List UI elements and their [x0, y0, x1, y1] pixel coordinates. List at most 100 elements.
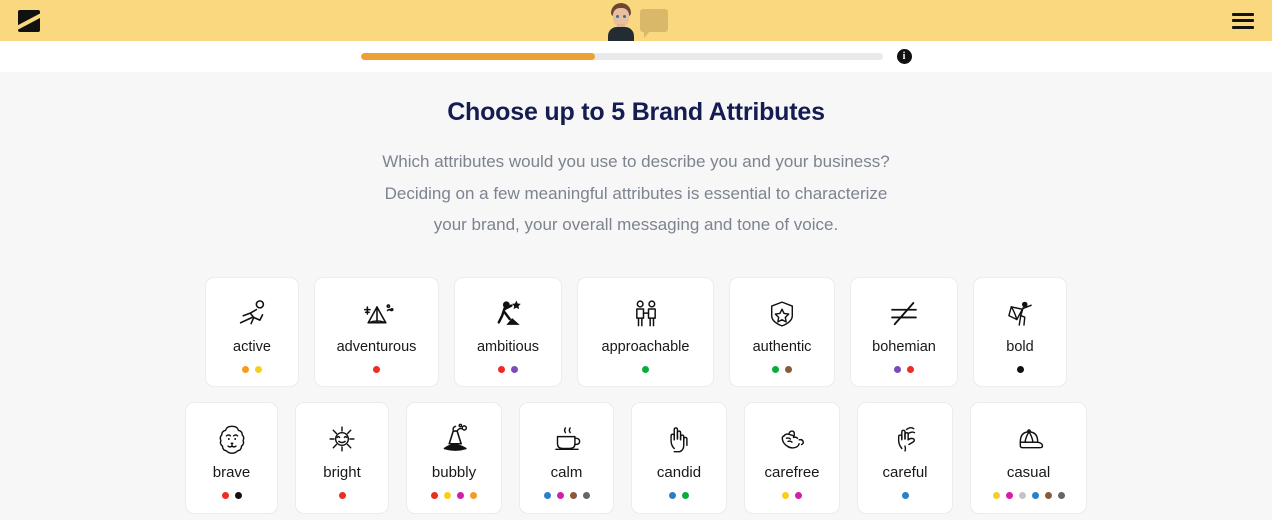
color-dot	[234, 491, 242, 499]
menu-icon-bar	[1232, 25, 1254, 29]
color-dot	[221, 491, 229, 499]
color-dot	[569, 491, 577, 499]
attribute-label: ambitious	[476, 338, 540, 355]
color-dot	[338, 491, 346, 499]
color-dot	[1005, 491, 1013, 499]
attribute-color-dots	[669, 491, 689, 499]
color-dot	[894, 365, 901, 373]
tent-camping-icon	[356, 294, 398, 334]
color-dot	[907, 365, 914, 373]
color-dot	[543, 491, 551, 499]
attribute-label: active	[233, 338, 271, 355]
attribute-card-ambitious[interactable]: ambitious	[454, 276, 562, 387]
attribute-label: approachable	[601, 338, 690, 355]
attribute-color-dots	[338, 491, 346, 499]
attribute-color-dots	[992, 491, 1065, 499]
color-dot	[772, 365, 779, 373]
color-dot	[1016, 365, 1024, 373]
attribute-card-brave[interactable]: brave	[185, 401, 278, 514]
attribute-label: casual	[1006, 463, 1051, 481]
attribute-card-authentic[interactable]: authentic	[729, 276, 835, 387]
running-person-icon	[231, 294, 273, 334]
progress-bar-fill	[360, 53, 596, 60]
menu-icon[interactable]	[1232, 12, 1254, 29]
attribute-label: carefree	[764, 463, 820, 481]
attribute-card-bohemian[interactable]: bohemian	[850, 276, 958, 387]
page-title: Choose up to 5 Brand Attributes	[447, 98, 825, 126]
color-dot	[642, 365, 649, 373]
avatar-body	[608, 27, 634, 41]
color-dot	[782, 491, 789, 499]
color-dot	[901, 491, 909, 499]
attribute-color-dots	[901, 491, 909, 499]
handshake-people-icon	[626, 294, 666, 334]
attribute-card-casual[interactable]: casual	[970, 401, 1087, 514]
color-dot	[669, 491, 676, 499]
color-dot	[242, 365, 249, 373]
attribute-card-active[interactable]: active	[205, 276, 299, 387]
attribute-color-dots	[772, 365, 792, 373]
attribute-label: bohemian	[872, 338, 936, 355]
main-content: Choose up to 5 Brand Attributes Which at…	[0, 72, 1272, 514]
color-dot	[511, 365, 518, 373]
attribute-label: bold	[1006, 338, 1034, 355]
info-icon[interactable]: i	[896, 49, 912, 64]
baseball-cap-icon	[1010, 419, 1048, 459]
app-header	[0, 0, 1272, 41]
volcano-icon	[435, 419, 473, 459]
color-dot	[457, 491, 464, 499]
attribute-card-approachable[interactable]: approachable	[577, 276, 714, 387]
attribute-card-bright[interactable]: bright	[295, 401, 389, 514]
progress-area: i	[0, 41, 1272, 72]
menu-icon-bar	[1232, 12, 1254, 16]
attribute-card-careful[interactable]: careful	[857, 401, 953, 514]
attribute-card-candid[interactable]: candid	[631, 401, 727, 514]
color-dot	[1044, 491, 1052, 499]
subtitle-line-3: your brand, your overall messaging and t…	[433, 215, 839, 234]
brand-logo[interactable]	[18, 9, 40, 32]
attribute-label: bright	[323, 463, 361, 481]
attribute-color-dots	[373, 365, 380, 373]
color-dot	[785, 365, 792, 373]
color-dot	[373, 365, 380, 373]
attribute-color-dots	[894, 365, 914, 373]
color-dot	[1031, 491, 1039, 499]
color-dot	[795, 491, 802, 499]
color-dot	[444, 491, 451, 499]
color-dot	[431, 491, 438, 499]
user-avatar[interactable]	[604, 0, 638, 41]
hand-peace-icon	[660, 419, 698, 459]
attribute-card-bubbly[interactable]: bubbly	[406, 401, 502, 514]
attribute-label: candid	[656, 463, 702, 481]
attribute-card-calm[interactable]: calm	[519, 401, 614, 514]
attribute-color-dots	[498, 365, 518, 373]
subtitle-line-1: Which attributes would you use to descri…	[382, 152, 890, 171]
lion-head-icon	[213, 419, 251, 459]
attribute-label: calm	[550, 463, 583, 481]
attribute-grid-row-2: brave bright bubbly calm candid carefree caref…	[0, 401, 1272, 514]
not-equal-icon	[883, 294, 925, 334]
color-dot	[498, 365, 505, 373]
attribute-label: adventurous	[336, 338, 417, 355]
sun-smile-icon	[323, 419, 361, 459]
attribute-label: brave	[212, 463, 251, 481]
attribute-card-bold[interactable]: bold	[973, 276, 1067, 387]
color-dot	[582, 491, 590, 499]
attribute-label: bubbly	[431, 463, 477, 481]
avatar-group	[604, 0, 668, 41]
coffee-cup-icon	[548, 419, 586, 459]
page-subtitle: Which attributes would you use to descri…	[0, 146, 1272, 241]
climber-star-icon	[488, 294, 528, 334]
color-dot	[1057, 491, 1065, 499]
hand-quiet-icon	[886, 419, 924, 459]
attribute-color-dots	[642, 365, 649, 373]
attribute-color-dots	[242, 365, 262, 373]
attribute-card-carefree[interactable]: carefree	[744, 401, 840, 514]
shield-star-icon	[763, 294, 801, 334]
subtitle-line-2: Deciding on a few meaningful attributes …	[384, 183, 888, 203]
attribute-card-adventurous[interactable]: adventurous	[314, 276, 439, 387]
attribute-color-dots	[221, 491, 242, 499]
attribute-color-dots	[1016, 365, 1024, 373]
attribute-label: authentic	[752, 338, 812, 355]
attribute-color-dots	[431, 491, 477, 499]
